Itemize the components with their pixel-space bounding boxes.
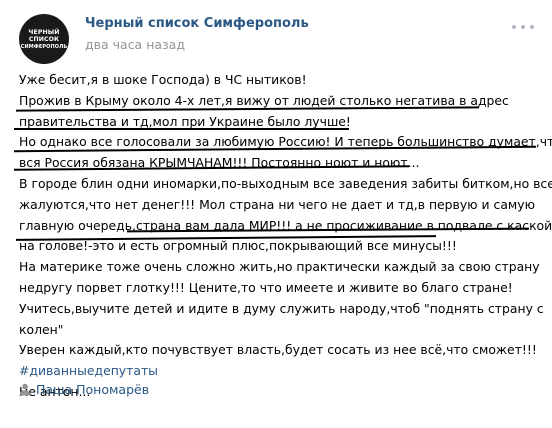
more-dot [512,25,516,29]
post-text-line: колен" [19,321,64,337]
avatar-text-line-1: ЧЕРНЫЙ [28,28,60,36]
more-horizontal-icon[interactable] [512,20,534,34]
underline-mark [14,128,349,130]
post-text-line: вся Россия обязана КРЫМЧАНАМ!!! Постоянн… [19,155,420,171]
post-time[interactable]: два часа назад [85,37,185,52]
post-author-signature[interactable]: Паша Пономарёв [19,382,149,397]
group-avatar[interactable]: ЧЕРНЫЙ СПИСОК СИМФЕРОПОЛЬ [19,14,69,64]
hashtag-link[interactable]: #диванныедепутаты [19,361,544,382]
more-dot [521,25,525,29]
post-text-line: Уверен каждый,кто почувствует власть,буд… [19,342,537,358]
author-name: Паша Пономарёв [36,382,150,397]
group-name-link[interactable]: Черный список Симферополь [85,16,309,31]
post-text-line: недругу порвет глотку!!! Цените,то что и… [19,279,513,295]
post-text-line: жалуются,что нет денег!!! Мол страна ни … [19,196,536,212]
post-text-line: главную очередь,страна вам дала МИР!!! а… [19,217,552,233]
post-text-line: В городе блин одни иномарки,по-выходным … [19,175,552,191]
more-dot [530,25,534,29]
post-text-line: Уже бесит,я в шоке Господа) в ЧС нытиков… [19,72,307,87]
avatar-text-line-3: СИМФЕРОПОЛЬ [20,43,68,50]
user-icon [19,383,31,396]
post-text-line: На материке тоже очень сложно жить,но пр… [19,259,540,275]
avatar-text-line-2: СПИСОК [28,36,60,44]
post-text-line: Учитесь,выучите детей и идите в думу слу… [19,300,544,316]
wall-post: ЧЕРНЫЙ СПИСОК СИМФЕРОПОЛЬ Черный список … [0,0,552,428]
